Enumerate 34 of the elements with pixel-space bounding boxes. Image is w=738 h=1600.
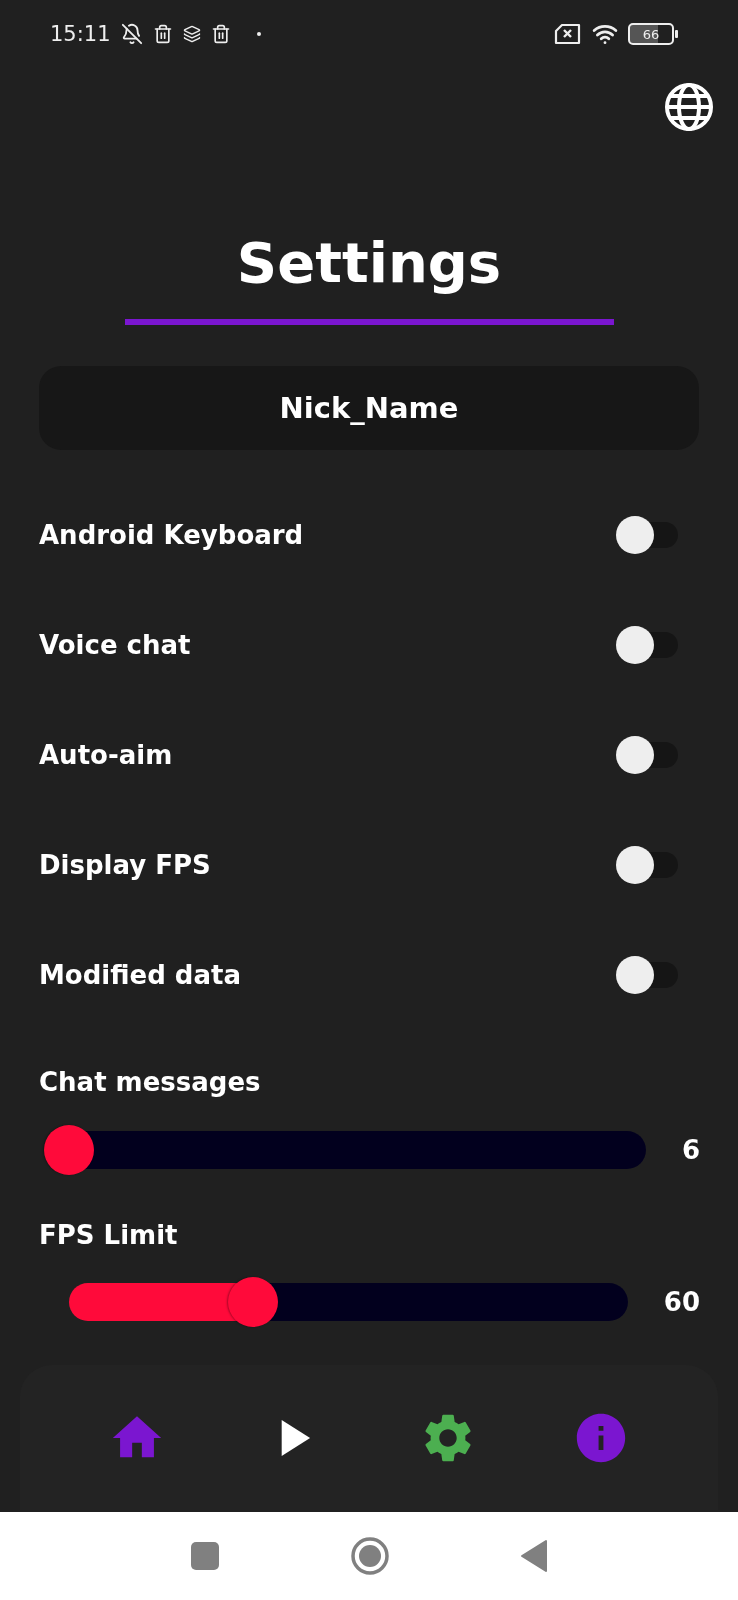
- slider-value: 60: [663, 1287, 700, 1317]
- toggle-switch[interactable]: [616, 516, 678, 554]
- page-title: Settings: [235, 229, 503, 297]
- slider-thumb[interactable]: [228, 1277, 279, 1327]
- sim-card-x-icon: [554, 23, 582, 45]
- square-icon: [190, 1541, 220, 1571]
- dot-icon: [256, 32, 261, 36]
- nickname-field[interactable]: Nick_Name: [39, 366, 699, 450]
- setting-label: Auto-aim: [39, 740, 173, 770]
- back-button[interactable]: [520, 1539, 548, 1573]
- status-time: 15:11: [50, 22, 111, 46]
- bell-off-icon: [120, 23, 143, 45]
- home-button[interactable]: [350, 1536, 390, 1576]
- slider-label: Chat messages: [39, 1067, 261, 1097]
- slider-track[interactable]: [45, 1125, 646, 1175]
- trash-icon: [152, 24, 173, 44]
- toggle-switch[interactable]: [616, 626, 678, 664]
- slider-value: 6: [681, 1135, 700, 1165]
- setting-label: Android Keyboard: [39, 520, 304, 550]
- back-triangle-icon: [520, 1539, 548, 1573]
- setting-label: Display FPS: [39, 850, 211, 880]
- globe-icon[interactable]: [664, 82, 714, 132]
- trash-icon: [210, 24, 231, 44]
- setting-label: Voice chat: [39, 630, 191, 660]
- setting-label: Modified data: [39, 960, 241, 990]
- toggle-switch[interactable]: [616, 846, 678, 884]
- layers-icon: [182, 25, 201, 43]
- slider-thumb[interactable]: [44, 1125, 95, 1175]
- circle-icon: [350, 1536, 390, 1576]
- toggle-switch[interactable]: [616, 736, 678, 774]
- slider-label: FPS Limit: [39, 1220, 178, 1250]
- recents-button[interactable]: [190, 1541, 220, 1571]
- toggle-switch[interactable]: [616, 956, 678, 994]
- slider-track[interactable]: [69, 1277, 628, 1327]
